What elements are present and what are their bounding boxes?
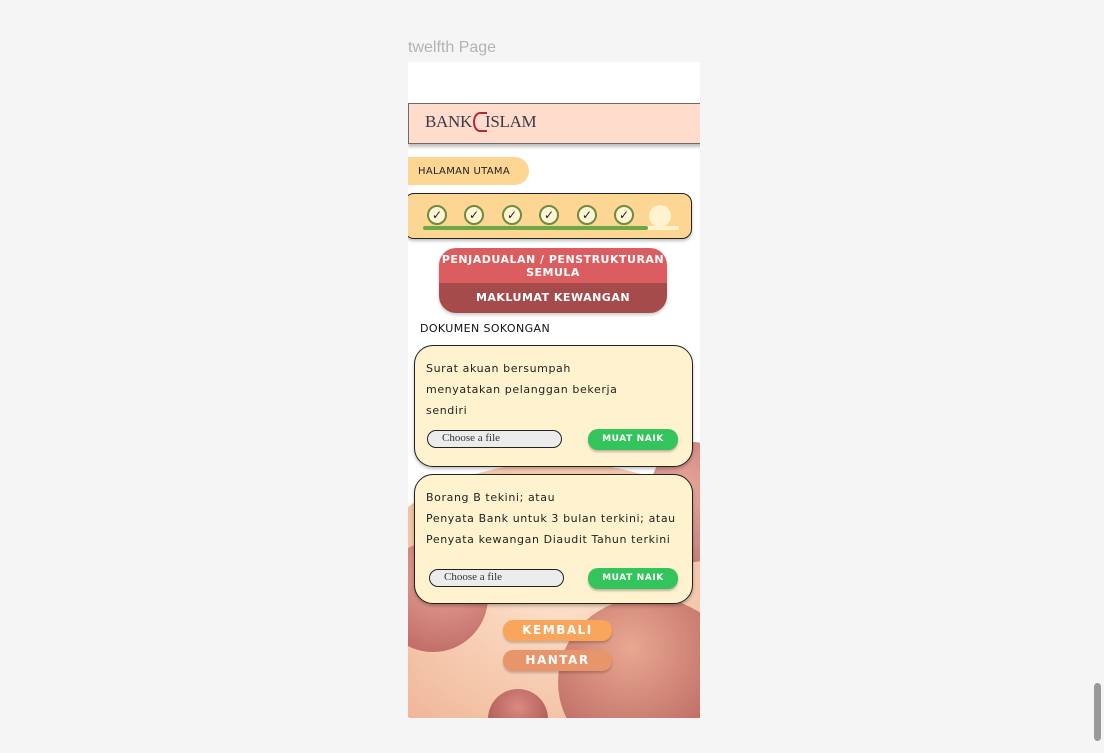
step-check-icon: ✓ bbox=[614, 205, 634, 225]
upload-button[interactable]: MUAT NAIK bbox=[588, 568, 678, 589]
document-card: Surat akuan bersumpah menyatakan pelangg… bbox=[414, 345, 693, 467]
step-check-icon: ✓ bbox=[427, 205, 447, 225]
step-check-icon: ✓ bbox=[539, 205, 559, 225]
section-subtitle: MAKLUMAT KEWANGAN bbox=[439, 283, 667, 313]
document-description: Borang B tekini; atau Penyata Bank untuk… bbox=[426, 491, 676, 546]
scrollbar-thumb[interactable] bbox=[1094, 683, 1101, 741]
page-scrollbar[interactable] bbox=[1090, 0, 1104, 753]
submit-button[interactable]: HANTAR bbox=[503, 650, 612, 671]
logo-text-islam: ISLAM bbox=[484, 112, 537, 131]
progress-track bbox=[423, 226, 679, 230]
progress-stepper: ✓ ✓ ✓ ✓ ✓ ✓ bbox=[408, 193, 692, 239]
documents-heading: DOKUMEN SOKONGAN bbox=[420, 322, 551, 335]
file-input[interactable]: Choose a file bbox=[427, 430, 562, 448]
step-check-icon: ✓ bbox=[577, 205, 597, 225]
step-check-icon: ✓ bbox=[464, 205, 484, 225]
section-header-card: PENJADUALAN / PENSTRUKTURAN SEMULA MAKLU… bbox=[439, 248, 667, 313]
bank-islam-logo: BANK ISLAM bbox=[425, 112, 537, 132]
document-description: Surat akuan bersumpah menyatakan pelangg… bbox=[426, 362, 618, 417]
section-title: PENJADUALAN / PENSTRUKTURAN SEMULA bbox=[439, 248, 667, 283]
logo-text-bank: BANK bbox=[425, 112, 472, 131]
home-button[interactable]: HALAMAN UTAMA bbox=[408, 157, 529, 185]
app-header: BANK ISLAM bbox=[408, 103, 700, 144]
progress-fill bbox=[423, 226, 649, 230]
file-input[interactable]: Choose a file bbox=[429, 569, 564, 587]
upload-button[interactable]: MUAT NAIK bbox=[588, 429, 678, 450]
frame-label: twelfth Page bbox=[408, 39, 497, 56]
step-pending-icon bbox=[649, 205, 671, 227]
document-card: Borang B tekini; atau Penyata Bank untuk… bbox=[414, 474, 693, 604]
mobile-screen: BANK ISLAM HALAMAN UTAMA ✓ ✓ ✓ ✓ ✓ ✓ PEN… bbox=[408, 62, 700, 718]
back-button[interactable]: KEMBALI bbox=[503, 620, 612, 641]
step-check-icon: ✓ bbox=[502, 205, 522, 225]
